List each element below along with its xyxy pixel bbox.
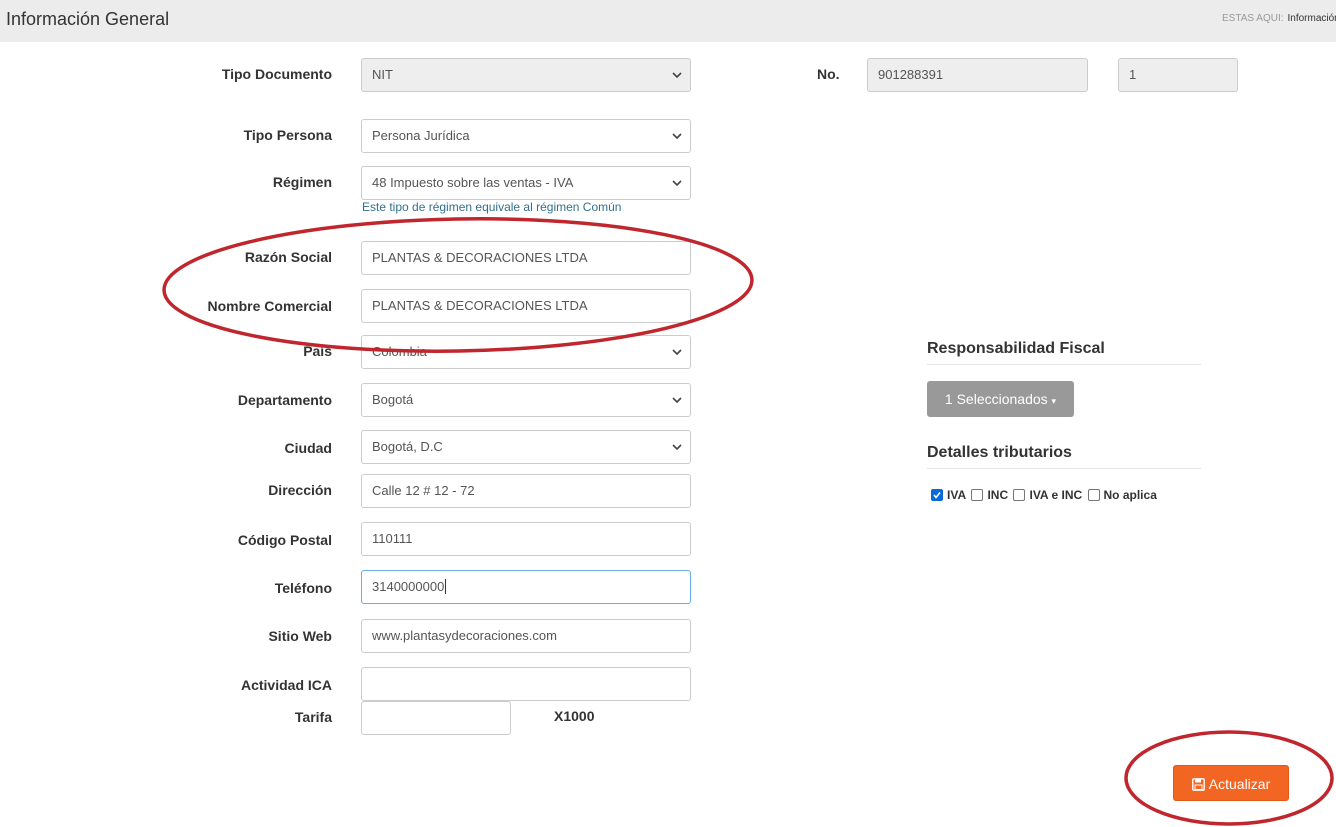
detalles-tributarios-title: Detalles tributarios	[927, 444, 1201, 469]
numero-value: 901288391	[878, 67, 944, 82]
checkbox-box	[1087, 489, 1100, 501]
multiselect-label: 1 Seleccionados	[944, 391, 1048, 407]
responsabilidad-fiscal-title: Responsabilidad Fiscal	[927, 340, 1201, 365]
breadcrumb: ESTAS AQUI: Información General	[1222, 13, 1336, 24]
telefono-input[interactable]: 3140000000	[361, 570, 691, 604]
detalles-tributarios-options: IVA INC IVA e INC No aplica	[931, 488, 1159, 504]
direccion-input[interactable]: Calle 12 # 12 - 72	[361, 474, 691, 508]
checkbox-no-aplica-label: No aplica	[1103, 488, 1157, 502]
chevron-down-icon	[672, 59, 682, 79]
digito-verificacion-value: 1	[1129, 67, 1137, 82]
tipo-documento-label: Tipo Documento	[221, 66, 332, 82]
tipo-documento-value: NIT	[372, 67, 393, 82]
actividad-ica-input[interactable]	[361, 667, 691, 701]
sitio-web-value: www.plantasydecoraciones.com	[372, 628, 557, 643]
checkbox-iva-e-inc-label: IVA e INC	[1029, 488, 1083, 502]
departamento-label: Departamento	[237, 392, 332, 408]
numero-input[interactable]: 901288391	[867, 58, 1088, 92]
tarifa-input[interactable]	[361, 701, 511, 735]
ciudad-value: Bogotá, D.C	[372, 439, 443, 454]
checkbox-box	[971, 489, 984, 501]
departamento-value: Bogotá	[372, 392, 414, 407]
numero-label: No.	[817, 66, 840, 82]
tipo-persona-label: Tipo Persona	[243, 127, 332, 143]
page-title: Información General	[6, 9, 170, 29]
nombre-comercial-value: PLANTAS & DECORACIONES LTDA	[372, 298, 588, 313]
floppy-disk-icon	[1191, 778, 1205, 791]
sitio-web-label: Sitio Web	[268, 628, 332, 644]
ciudad-label: Ciudad	[284, 440, 332, 456]
telefono-label: Teléfono	[274, 580, 332, 596]
pais-select[interactable]: Colombia	[361, 335, 691, 369]
checkbox-iva-label: IVA	[947, 488, 967, 502]
checkbox-inc[interactable]: INC	[971, 488, 1008, 502]
codigo-postal-value: 110111	[372, 531, 413, 546]
breadcrumb-current[interactable]: Información General	[1288, 13, 1336, 24]
checkbox-box	[1013, 489, 1026, 501]
checkbox-inc-label: INC	[987, 488, 1009, 502]
sitio-web-input[interactable]: www.plantasydecoraciones.com	[361, 619, 691, 653]
breadcrumb-label: ESTAS AQUI:	[1222, 13, 1284, 24]
telefono-value: 3140000000	[372, 579, 445, 594]
regimen-value: 48 Impuesto sobre las ventas - IVA	[372, 175, 574, 190]
digito-verificacion-input[interactable]: 1	[1118, 58, 1238, 92]
chevron-down-icon	[672, 336, 682, 356]
chevron-down-icon	[672, 384, 682, 404]
update-button-label: Actualizar	[1208, 776, 1271, 792]
tarifa-label: Tarifa	[294, 709, 332, 725]
check-icon	[931, 489, 943, 501]
chevron-down-icon	[672, 431, 682, 451]
checkbox-iva-e-inc[interactable]: IVA e INC	[1013, 488, 1082, 502]
tarifa-suffix: X1000	[554, 708, 595, 724]
direccion-label: Dirección	[268, 482, 332, 498]
regimen-select[interactable]: 48 Impuesto sobre las ventas - IVA	[361, 166, 691, 200]
regimen-label: Régimen	[272, 174, 332, 190]
caret-down-icon: ▾	[1051, 396, 1057, 406]
razon-social-input[interactable]: PLANTAS & DECORACIONES LTDA	[361, 241, 691, 275]
actividad-ica-label: Actividad ICA	[240, 677, 332, 693]
tipo-documento-select[interactable]: NIT	[361, 58, 691, 92]
razon-social-label: Razón Social	[244, 249, 332, 265]
header-bar: Información General ESTAS AQUI: Informaci…	[0, 0, 1336, 42]
checkbox-iva[interactable]: IVA	[931, 488, 966, 502]
razon-social-value: PLANTAS & DECORACIONES LTDA	[372, 250, 588, 265]
checkbox-no-aplica[interactable]: No aplica	[1087, 488, 1157, 502]
pais-label: País	[303, 343, 332, 359]
pais-value: Colombia	[372, 344, 427, 359]
update-button[interactable]: Actualizar	[1173, 765, 1289, 801]
nombre-comercial-label: Nombre Comercial	[207, 298, 332, 314]
ciudad-select[interactable]: Bogotá, D.C	[361, 430, 691, 464]
chevron-down-icon	[672, 120, 682, 140]
chevron-down-icon	[672, 167, 682, 187]
codigo-postal-input[interactable]: 110111	[361, 522, 691, 556]
text-cursor	[445, 579, 447, 594]
codigo-postal-label: Código Postal	[237, 532, 332, 548]
tipo-persona-select[interactable]: Persona Jurídica	[361, 119, 691, 153]
regimen-help-text: Este tipo de régimen equivale al régimen…	[362, 200, 622, 214]
responsabilidad-fiscal-multiselect[interactable]: 1 Seleccionados ▾	[927, 381, 1074, 417]
departamento-select[interactable]: Bogotá	[361, 383, 691, 417]
nombre-comercial-input[interactable]: PLANTAS & DECORACIONES LTDA	[361, 289, 691, 323]
tipo-persona-value: Persona Jurídica	[372, 128, 470, 143]
direccion-value: Calle 12 # 12 - 72	[372, 483, 475, 498]
